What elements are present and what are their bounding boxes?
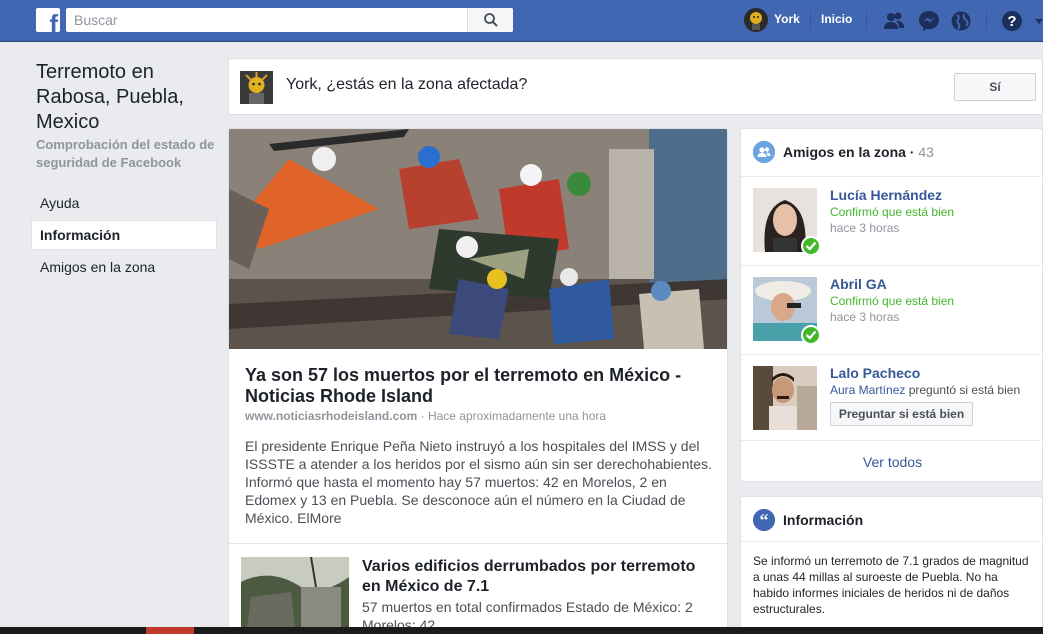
friends-count: 43 [918,144,934,160]
safety-check-prompt: York, ¿estás en la zona afectada? Sí [228,58,1043,115]
nav-divider [810,12,811,29]
friend-avatar[interactable] [753,366,817,430]
news-headline[interactable]: Ya son 57 los muertos por el terremoto e… [245,365,715,407]
top-navigation-bar: f York Inicio ? [0,0,1043,42]
friend-status-time: hace 3 horas [830,221,900,235]
news-headline[interactable]: Varios edificios derrumbados por terremo… [362,557,717,597]
news-thumbnail[interactable] [241,557,349,634]
news-photo-rescue[interactable] [229,129,727,349]
ask-if-safe-button[interactable]: Preguntar si está bien [830,402,973,426]
quote-icon: “ [753,509,775,531]
news-feed-card: Ya son 57 los muertos por el terremoto e… [228,128,728,634]
friend-name-link[interactable]: Lucía Hernández [830,187,942,203]
friend-requests-icon[interactable] [883,10,905,32]
friend-asked-text: Aura Martínez preguntó si está bien [830,383,1020,397]
information-panel: “ Información Se informó un terremoto de… [740,496,1043,634]
search-button[interactable] [467,8,513,32]
notifications-globe-icon[interactable] [950,10,972,32]
avatar [240,71,273,104]
search-box [66,8,513,32]
nav-item-amigos-en-la-zona[interactable]: Amigos en la zona [31,252,217,282]
safety-question: York, ¿estás en la zona afectada? [286,76,528,93]
search-icon [484,13,498,27]
profile-avatar[interactable] [744,8,768,32]
nav-divider [866,12,867,29]
divider [741,541,1043,542]
friends-heading-text: Amigos en la zona [783,144,906,160]
news-summary: El presidente Enrique Peña Nieto instruy… [245,438,712,526]
account-menu-chevron-down-icon[interactable] [1034,10,1043,32]
friend-list-item: Lucía Hernández Confirmó que está bien h… [741,176,1043,265]
home-link[interactable]: Inicio [821,12,852,26]
see-all-friends-link[interactable]: Ver todos [741,440,1043,482]
info-heading: Información [783,512,864,528]
divider [229,543,727,544]
news-source-domain[interactable]: www.noticiasrhodeisland.com [245,409,417,423]
friend-name-link[interactable]: Lalo Pacheco [830,365,920,381]
svg-text:?: ? [1007,13,1016,30]
nav-item-informacion[interactable]: Información [31,220,217,250]
friend-name-link[interactable]: Abril GA [830,276,887,292]
page-title: Terremoto en Rabosa, Puebla, Mexico [36,61,184,133]
info-description: Se informó un terremoto de 7.1 grados de… [753,554,1029,616]
nav-divider [986,12,987,29]
news-source: www.noticiasrhodeisland.com · Hace aprox… [245,409,607,423]
safe-check-icon [801,236,821,256]
friend-list-item: Abril GA Confirmó que está bien hace 3 h… [741,265,1043,354]
mark-safe-yes-button[interactable]: Sí [954,73,1036,101]
friend-status: Confirmó que está bien [830,294,955,308]
left-navigation: Ayuda Información Amigos en la zona [31,188,217,284]
asker-name-link[interactable]: Aura Martínez [830,383,905,397]
friend-status-time: hace 3 horas [830,310,900,324]
taskbar-strip [0,627,1043,634]
search-input[interactable] [66,8,466,32]
asked-suffix: preguntó si está bien [905,383,1021,397]
friend-status: Confirmó que está bien [830,205,955,219]
panel-heading: Amigos en la zona · 43 [783,144,934,160]
nav-item-ayuda[interactable]: Ayuda [31,188,217,218]
news-timestamp: Hace aproximadamente una hora [427,409,607,423]
help-icon[interactable]: ? [1001,10,1023,32]
messenger-icon[interactable] [918,10,940,32]
friends-in-area-panel: Amigos en la zona · 43 Lucía Hernández C… [740,128,1043,482]
svg-text:“: “ [760,510,769,530]
friends-group-icon [753,141,775,163]
profile-name-link[interactable]: York [774,12,800,26]
taskbar-active-item [146,627,194,634]
friend-list-item: Lalo Pacheco Aura Martínez preguntó si e… [741,354,1043,443]
page-subtitle: Comprobación del estado de seguridad de … [36,137,215,170]
safe-check-icon [801,325,821,345]
facebook-logo-icon[interactable]: f [36,8,60,32]
